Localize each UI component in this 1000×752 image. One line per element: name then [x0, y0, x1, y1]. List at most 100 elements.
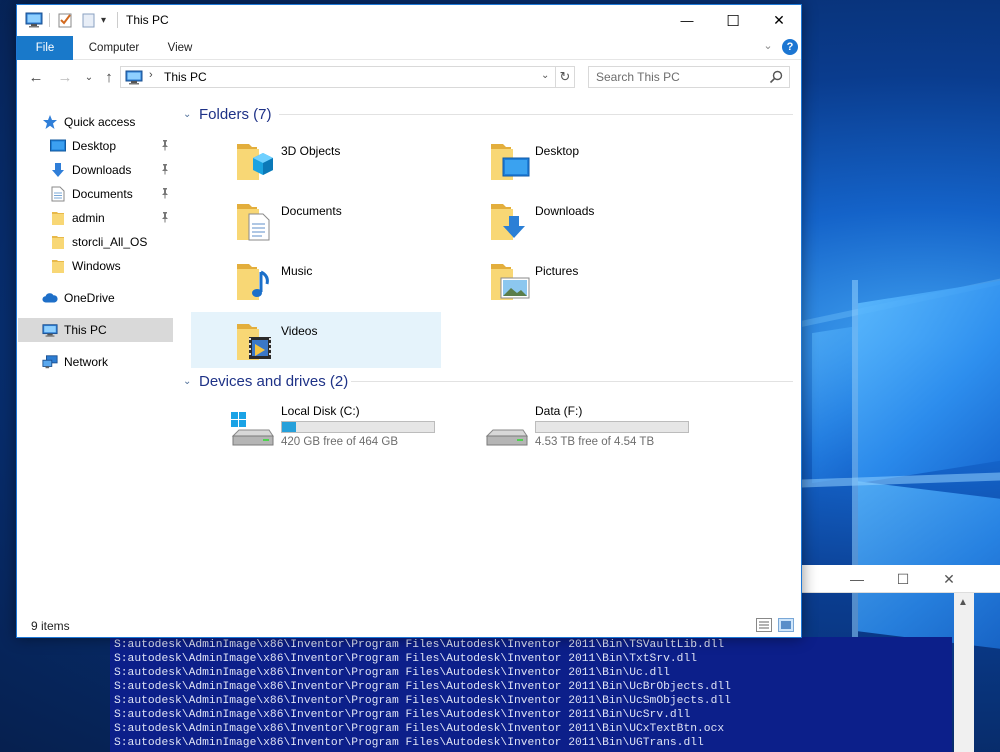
recent-locations-button[interactable]: ⌄: [79, 67, 99, 87]
folder-label: Videos: [281, 324, 318, 338]
sidebar-item-quick-access[interactable]: Quick access: [18, 110, 173, 134]
drive-tile-f[interactable]: Data (F:) 4.53 TB free of 4.54 TB: [445, 400, 695, 456]
downloads-icon: [50, 162, 66, 178]
pin-icon[interactable]: [159, 211, 171, 223]
network-icon: [42, 354, 58, 370]
minimize-button[interactable]: —: [664, 5, 710, 36]
search-icon[interactable]: [769, 70, 783, 87]
sidebar-item-label: This PC: [64, 323, 107, 337]
music-folder-icon: [235, 260, 275, 302]
pin-icon[interactable]: [159, 163, 171, 175]
cloud-icon: [42, 290, 58, 306]
sidebar-item-label: Documents: [72, 187, 133, 201]
pictures-folder-icon: [489, 260, 530, 302]
drive-icon: [483, 412, 529, 448]
back-button[interactable]: ←: [26, 67, 46, 87]
star-icon: [42, 114, 58, 130]
sidebar-item-windows[interactable]: Windows: [18, 254, 173, 278]
group-title: Folders (7): [199, 105, 272, 123]
folder-tile-documents[interactable]: Documents: [191, 192, 441, 248]
console-close-button[interactable]: ✕: [926, 565, 972, 593]
refresh-button[interactable]: ↻: [555, 67, 574, 87]
drive-usage-bar: [535, 421, 689, 433]
collapse-chevron-icon[interactable]: ⌄: [183, 376, 199, 387]
this-pc-icon: [42, 322, 58, 338]
maximize-button[interactable]: ☐: [710, 5, 756, 36]
sidebar-item-downloads[interactable]: Downloads: [18, 158, 173, 182]
tab-file[interactable]: File: [17, 36, 73, 60]
drive-free-space: 4.53 TB free of 4.54 TB: [535, 436, 655, 448]
drive-label: Data (F:): [535, 404, 583, 418]
search-input[interactable]: [589, 67, 767, 87]
search-box[interactable]: [588, 66, 790, 88]
sidebar-item-documents[interactable]: Documents: [18, 182, 173, 206]
desktop-icon: [50, 138, 66, 154]
sidebar-item-desktop[interactable]: Desktop: [18, 134, 173, 158]
navigation-bar: ← → ⌄ ↑ › This PC ⌄ ↻: [17, 60, 801, 94]
help-icon[interactable]: ?: [782, 39, 798, 55]
drive-usage-fill: [282, 422, 296, 432]
folder-tile-pictures[interactable]: Pictures: [445, 252, 695, 308]
this-pc-icon: [125, 70, 143, 88]
pin-icon[interactable]: [159, 187, 171, 199]
status-bar: 9 items: [17, 614, 801, 637]
console-minimize-button[interactable]: —: [834, 565, 880, 593]
breadcrumb[interactable]: This PC: [164, 70, 207, 84]
tab-computer[interactable]: Computer: [79, 36, 149, 60]
scroll-up-icon[interactable]: ▲: [958, 597, 968, 608]
properties-icon[interactable]: [57, 11, 73, 29]
devices-group-header[interactable]: ⌄ Devices and drives (2): [183, 370, 348, 392]
sidebar-item-label: admin: [72, 211, 105, 225]
folder-label: Pictures: [535, 264, 579, 278]
tab-view[interactable]: View: [157, 36, 203, 60]
sidebar-item-label: Desktop: [72, 139, 117, 153]
sidebar-item-storcli[interactable]: storcli_All_OS: [18, 230, 173, 254]
large-icons-view-icon[interactable]: [778, 618, 794, 632]
folder-tile-3d-objects[interactable]: 3D Objects: [191, 132, 441, 188]
folder-tile-downloads[interactable]: Downloads: [445, 192, 695, 248]
item-count: 9 items: [31, 619, 70, 633]
forward-button[interactable]: →: [55, 67, 75, 87]
breadcrumb-chevron-icon[interactable]: ›: [149, 69, 153, 81]
folder-tile-desktop[interactable]: Desktop: [445, 132, 695, 188]
drive-free-space: 420 GB free of 464 GB: [281, 436, 398, 448]
title-bar: ▾ This PC — ☐ ✕: [17, 5, 801, 36]
documents-folder-icon: [235, 200, 275, 242]
downloads-folder-icon: [489, 200, 529, 242]
collapse-chevron-icon[interactable]: ⌄: [183, 109, 199, 120]
details-view-icon[interactable]: [756, 618, 772, 632]
close-button[interactable]: ✕: [756, 5, 802, 36]
sidebar-item-label: Windows: [72, 259, 121, 273]
folder-label: Desktop: [535, 144, 580, 158]
expand-ribbon-icon[interactable]: ⌄: [760, 39, 776, 55]
address-bar[interactable]: › This PC ⌄ ↻: [120, 66, 575, 88]
navigation-pane: Quick access Desktop Downloads Documents: [17, 94, 174, 614]
folder-label: Music: [281, 264, 313, 278]
sidebar-item-network[interactable]: Network: [18, 350, 173, 374]
drive-label: Local Disk (C:): [281, 404, 360, 418]
pin-icon[interactable]: [159, 139, 171, 151]
up-button[interactable]: ↑: [99, 67, 119, 87]
new-folder-icon[interactable]: [80, 11, 96, 29]
sidebar-item-this-pc[interactable]: This PC: [18, 318, 173, 342]
sidebar-item-label: Downloads: [72, 163, 132, 177]
sidebar-item-onedrive[interactable]: OneDrive: [18, 286, 173, 310]
customize-toolbar-icon[interactable]: ▾: [101, 11, 106, 29]
folders-group-header[interactable]: ⌄ Folders (7): [183, 103, 272, 125]
drive-usage-bar: [281, 421, 435, 433]
folder-icon: [50, 234, 66, 250]
sidebar-item-label: OneDrive: [64, 291, 115, 305]
console-titlebar: — ☐ ✕: [802, 565, 1000, 593]
console-scrollbar[interactable]: ▲: [954, 593, 974, 752]
videos-folder-icon: [235, 320, 275, 362]
address-dropdown-icon[interactable]: ⌄: [541, 70, 549, 81]
folder-tile-music[interactable]: Music: [191, 252, 441, 308]
sidebar-item-admin[interactable]: admin: [18, 206, 173, 230]
drive-tile-c[interactable]: Local Disk (C:) 420 GB free of 464 GB: [191, 400, 441, 456]
console-maximize-button[interactable]: ☐: [880, 565, 926, 593]
sidebar-item-label: Network: [64, 355, 109, 369]
group-title: Devices and drives (2): [199, 372, 349, 390]
windows-drive-icon: [229, 412, 275, 448]
folder-tile-videos[interactable]: Videos: [191, 312, 441, 368]
folder-icon: [50, 258, 66, 274]
